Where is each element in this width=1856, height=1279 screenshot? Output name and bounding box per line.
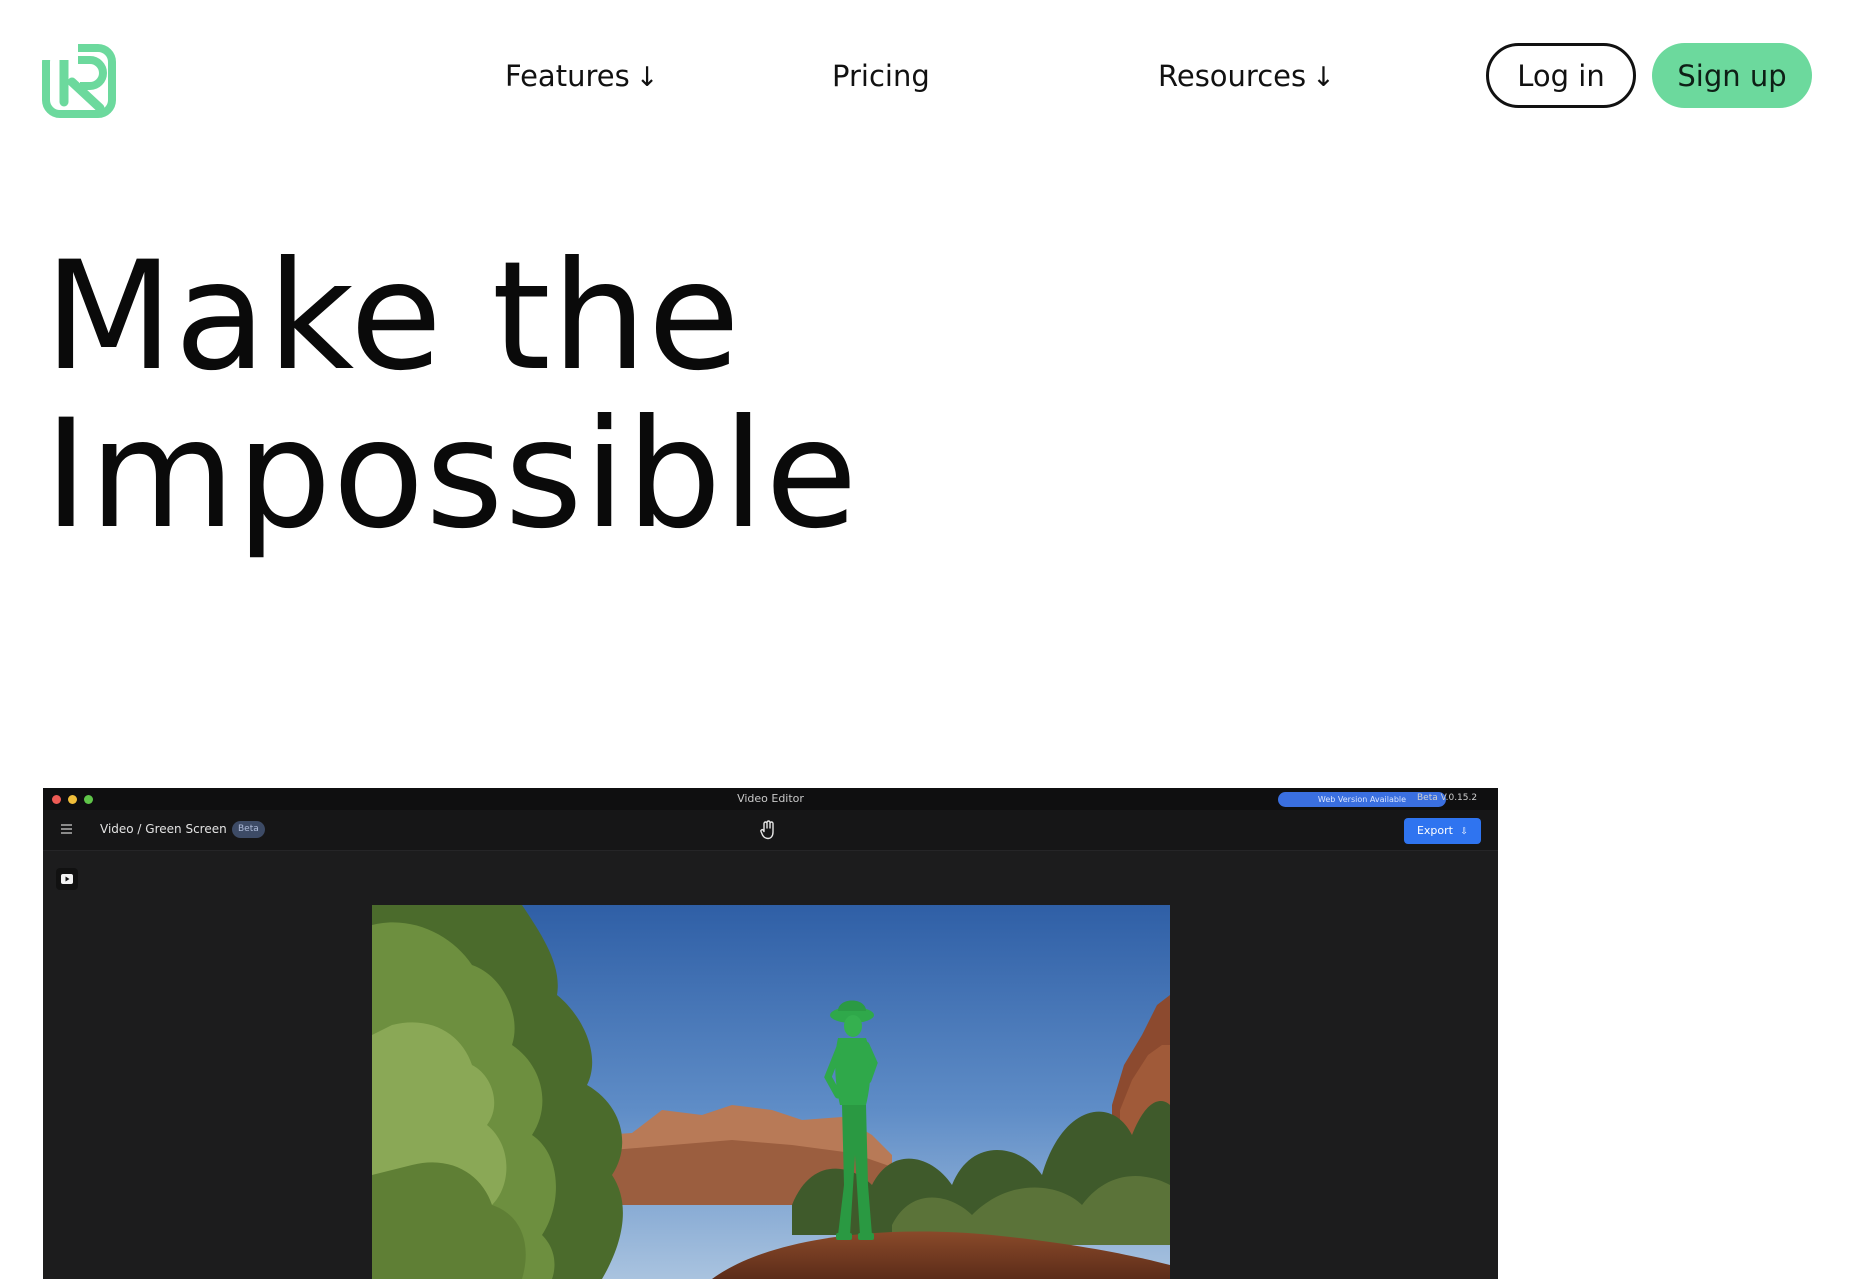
login-button-label: Log in bbox=[1517, 58, 1605, 93]
breadcrumb: Video / Green Screen bbox=[100, 822, 227, 836]
nav-pricing-label: Pricing bbox=[832, 59, 930, 93]
nav-features-label: Features bbox=[505, 59, 630, 93]
signup-button-label: Sign up bbox=[1677, 58, 1787, 93]
app-screenshot-window: Video Editor Web Version Available Beta … bbox=[43, 788, 1498, 1279]
hero-title-line-1: Make the bbox=[44, 230, 741, 404]
version-label: Beta V.0.15.2 bbox=[1417, 793, 1478, 803]
hero-title: Make the Impossible bbox=[44, 238, 859, 554]
login-button[interactable]: Log in bbox=[1486, 43, 1636, 108]
signup-button[interactable]: Sign up bbox=[1652, 43, 1812, 108]
nav-resources-label: Resources bbox=[1158, 59, 1307, 93]
video-preview bbox=[372, 905, 1170, 1279]
menu-icon bbox=[61, 824, 72, 834]
nav-resources[interactable]: Resources ↓ bbox=[1158, 50, 1335, 102]
window-titlebar: Video Editor Web Version Available Beta … bbox=[43, 788, 1498, 810]
hero-title-line-2: Impossible bbox=[44, 388, 859, 562]
arrow-down-icon: ↓ bbox=[635, 62, 659, 93]
editor-toolbar: Video / Green Screen Beta Export ⇩ bbox=[43, 810, 1498, 851]
beta-badge: Beta bbox=[232, 821, 265, 838]
export-button: Export ⇩ bbox=[1404, 818, 1481, 844]
nav-features[interactable]: Features ↓ bbox=[505, 50, 658, 102]
export-button-label: Export bbox=[1416, 824, 1453, 837]
nav-pricing[interactable]: Pricing bbox=[832, 50, 930, 102]
export-icon: ⇩ bbox=[1460, 827, 1469, 837]
brand-logo-icon[interactable] bbox=[42, 44, 116, 118]
hand-tool-icon bbox=[760, 820, 774, 840]
arrow-down-icon: ↓ bbox=[1312, 62, 1335, 93]
media-panel-icon bbox=[56, 868, 78, 890]
